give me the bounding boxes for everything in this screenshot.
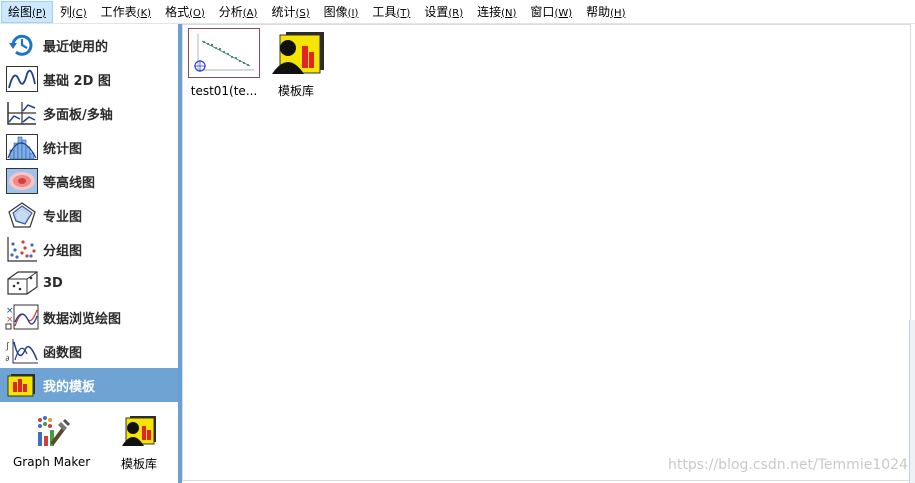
template-library-button[interactable]: 模板库 <box>120 414 158 472</box>
category-function[interactable]: ∫ ∂ 函数图 <box>0 334 178 368</box>
graph-maker-button[interactable]: Graph Maker <box>13 414 90 469</box>
category-label: 等高线图 <box>43 175 96 191</box>
category-grouped[interactable]: 分组图 <box>0 232 178 266</box>
template-library-icon <box>120 414 158 451</box>
radar-icon <box>5 201 39 229</box>
menu-image[interactable]: 图像(I) <box>317 1 366 23</box>
scatter-thumbnail-icon <box>188 28 260 78</box>
cube-3d-icon <box>5 269 39 297</box>
category-label: 函数图 <box>43 345 83 361</box>
svg-text:∫: ∫ <box>5 342 10 351</box>
data-explore-icon: × × <box>5 303 39 331</box>
category-list: 最近使用的 基础 2D 图 多面板/多轴 统计图 等高线图 专业图 分组图 3D… <box>0 28 178 402</box>
template-item-test01[interactable]: test01(te... <box>187 28 261 98</box>
menu-statistics[interactable]: 统计(S) <box>264 1 316 23</box>
category-panel: 最近使用的 基础 2D 图 多面板/多轴 统计图 等高线图 专业图 分组图 3D… <box>0 24 178 483</box>
category-label: 最近使用的 <box>43 39 109 55</box>
category-label: 我的模板 <box>43 379 96 395</box>
category-label: 统计图 <box>43 141 83 157</box>
category-label: 基础 2D 图 <box>43 73 111 89</box>
menu-window[interactable]: 窗口(W) <box>523 1 579 23</box>
menu-tools[interactable]: 工具(T) <box>365 1 417 23</box>
svg-text:∂: ∂ <box>5 354 10 363</box>
menu-worksheet[interactable]: 工作表(K) <box>94 1 158 23</box>
category-label: 分组图 <box>43 243 83 259</box>
menu-connectivity[interactable]: 连接(N) <box>470 1 523 23</box>
template-item-library[interactable]: 模板库 <box>259 28 333 99</box>
menu-settings[interactable]: 设置(R) <box>417 1 470 23</box>
recent-icon <box>5 31 39 59</box>
graph-maker-icon <box>34 414 70 451</box>
tools-area: Graph Maker 模板库 <box>0 414 178 483</box>
menu-column[interactable]: 列(C) <box>53 1 94 23</box>
function-icon: ∫ ∂ <box>5 337 39 365</box>
menu-help[interactable]: 帮助(H) <box>579 1 632 23</box>
category-recent[interactable]: 最近使用的 <box>0 28 178 62</box>
watermark-text: https://blog.csdn.net/Temmie1024 <box>668 457 908 473</box>
category-label: 数据浏览绘图 <box>43 311 122 327</box>
category-label: 3D <box>43 275 63 291</box>
category-multipanel[interactable]: 多面板/多轴 <box>0 96 178 130</box>
template-item-label: test01(te... <box>190 84 258 98</box>
window-edge <box>909 320 915 483</box>
category-basic-2d[interactable]: 基础 2D 图 <box>0 62 178 96</box>
histogram-icon <box>5 133 39 161</box>
category-label: 专业图 <box>43 209 83 225</box>
my-template-icon <box>5 371 39 399</box>
grouped-scatter-icon <box>5 235 39 263</box>
category-contour[interactable]: 等高线图 <box>0 164 178 198</box>
line-2d-icon <box>5 65 39 93</box>
category-my-templates[interactable]: 我的模板 <box>0 368 178 402</box>
category-data-explore[interactable]: × × 数据浏览绘图 <box>0 300 178 334</box>
graph-maker-label: Graph Maker <box>13 455 91 469</box>
category-statistics[interactable]: 统计图 <box>0 130 178 164</box>
template-item-label: 模板库 <box>277 84 314 98</box>
category-3d[interactable]: 3D <box>0 266 178 300</box>
template-library-icon <box>261 28 331 76</box>
contour-icon <box>5 167 39 195</box>
template-grid: test01(te... 模板库 <box>182 24 911 481</box>
menu-format[interactable]: 格式(O) <box>158 1 212 23</box>
menu-analysis[interactable]: 分析(A) <box>212 1 265 23</box>
template-library-label: 模板库 <box>120 457 157 471</box>
multipanel-icon <box>5 99 39 127</box>
menu-plot[interactable]: 绘图(P) <box>1 0 53 23</box>
menu-bar: 绘图(P) 列(C) 工作表(K) 格式(O) 分析(A) 统计(S) 图像(I… <box>0 0 915 24</box>
category-label: 多面板/多轴 <box>43 107 113 123</box>
category-specialized[interactable]: 专业图 <box>0 198 178 232</box>
